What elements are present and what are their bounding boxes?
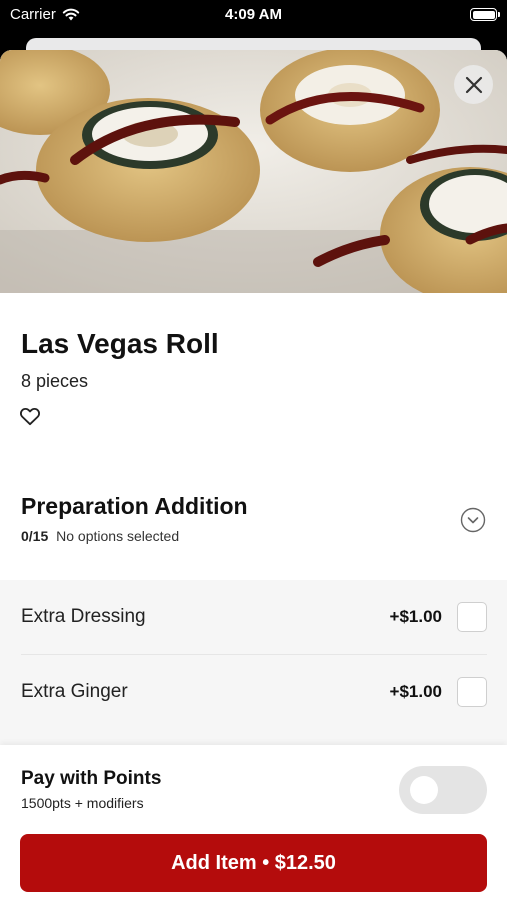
toggle-knob: [410, 776, 438, 804]
option-price: +$1.00: [389, 607, 442, 626]
item-detail-sheet: Las Vegas Roll 8 pieces Preparation Addi…: [0, 50, 507, 900]
status-time: 4:09 AM: [225, 6, 282, 23]
heart-outline-icon: [20, 407, 40, 426]
option-name: Extra Ginger: [21, 681, 128, 702]
option-checkbox[interactable]: [457, 677, 487, 707]
modifier-group-title: Preparation Addition: [21, 493, 248, 519]
modifier-options-list: Extra Dressing +$1.00 Extra Ginger +$1.0…: [0, 580, 507, 745]
pay-with-points-label: Pay with Points: [21, 768, 162, 789]
status-bar: Carrier 4:09 AM: [0, 0, 507, 30]
chevron-down-circle-icon: [460, 507, 486, 533]
points-cost: 1500pts + modifiers: [21, 795, 144, 811]
collapse-toggle-button[interactable]: [460, 507, 486, 533]
selection-count: 0/15: [21, 528, 49, 544]
favorite-button[interactable]: [19, 406, 43, 428]
item-portion: 8 pieces: [21, 371, 89, 391]
option-name: Extra Dressing: [21, 606, 146, 627]
option-checkbox[interactable]: [457, 602, 487, 632]
pay-with-points-toggle[interactable]: [399, 766, 487, 814]
close-button[interactable]: [454, 65, 493, 104]
option-row-extra-ginger[interactable]: Extra Ginger +$1.00: [21, 655, 487, 729]
modifier-group-status: 0/15 No options selected: [21, 528, 179, 544]
option-price: +$1.00: [389, 682, 442, 701]
battery-icon: [470, 8, 500, 21]
sushi-illustration: [0, 50, 507, 293]
item-image: [0, 50, 507, 293]
selection-status: No options selected: [56, 528, 180, 544]
item-title: Las Vegas Roll: [21, 328, 219, 359]
add-item-button[interactable]: Add Item • $12.50: [20, 834, 487, 892]
close-icon: [465, 76, 482, 93]
option-row-extra-dressing[interactable]: Extra Dressing +$1.00: [21, 580, 487, 654]
order-footer: Pay with Points 1500pts + modifiers Add …: [0, 745, 507, 900]
